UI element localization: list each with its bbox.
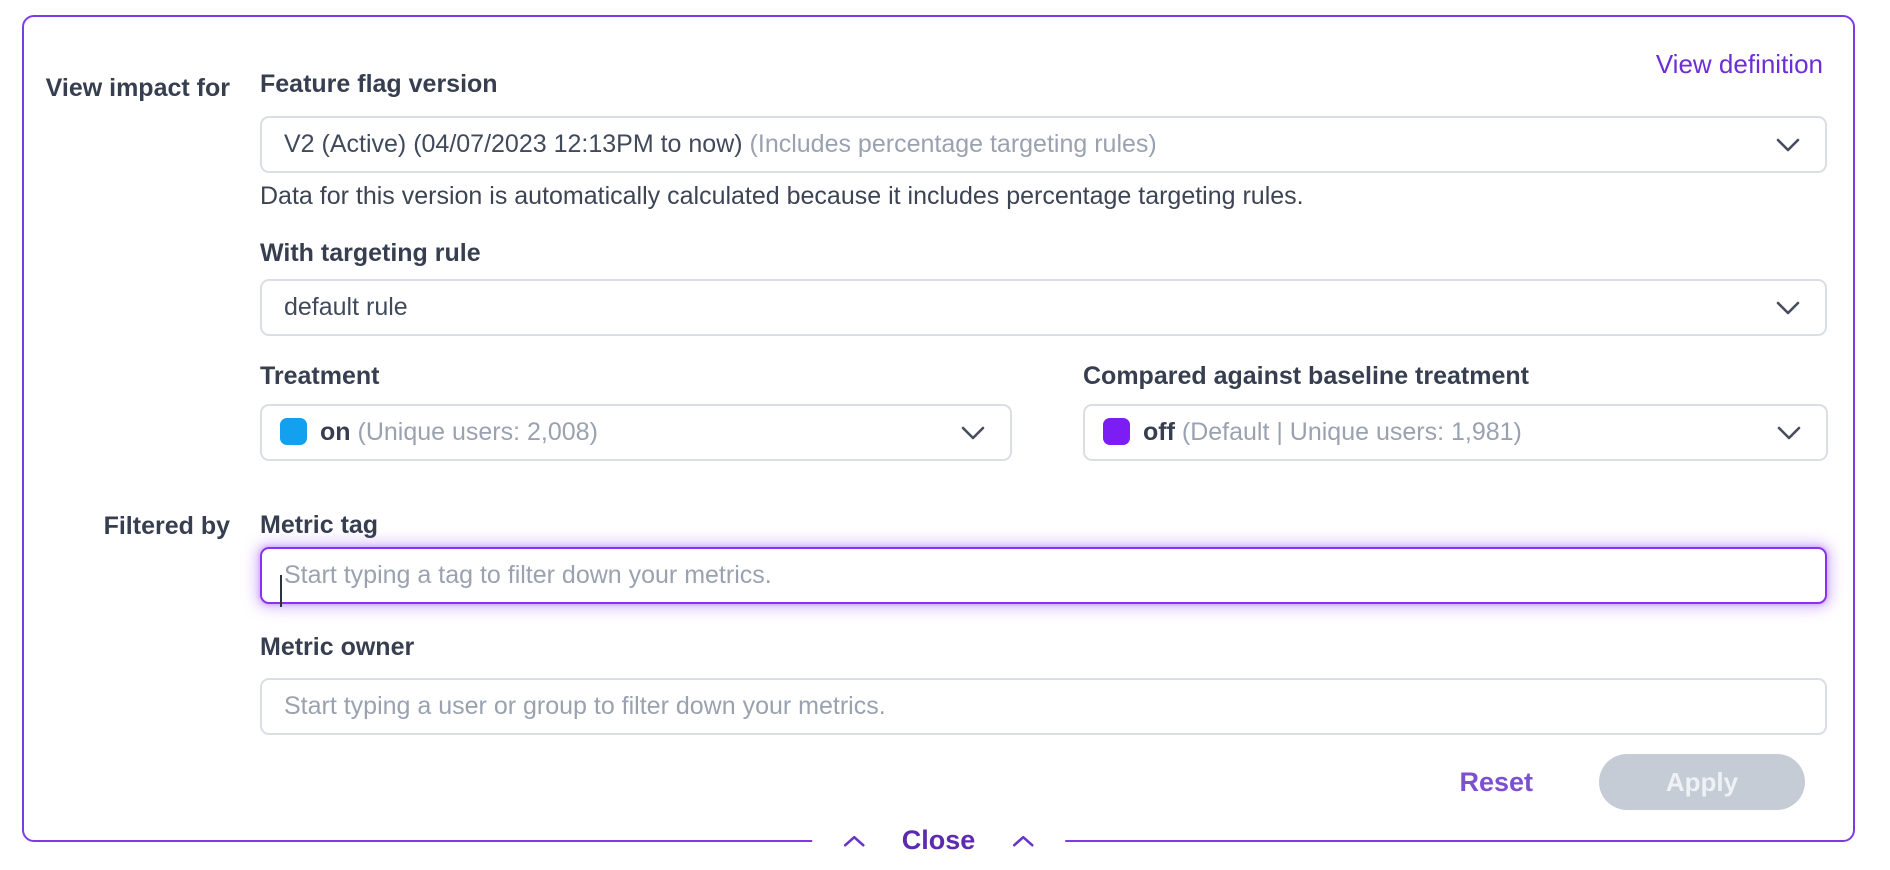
version-helper-text: Data for this version is automatically c… (260, 182, 1304, 211)
metric-tag-label: Metric tag (260, 511, 378, 539)
metric-tag-input[interactable] (260, 547, 1827, 604)
chevron-down-icon (960, 425, 986, 441)
feature-flag-version-value: V2 (Active) (04/07/2023 12:13PM to now) … (284, 130, 1759, 159)
chevron-down-icon (1775, 137, 1801, 153)
apply-button[interactable]: Apply (1599, 754, 1805, 810)
feature-flag-version-select[interactable]: V2 (Active) (04/07/2023 12:13PM to now) … (260, 116, 1827, 173)
targeting-rule-select[interactable]: default rule (260, 279, 1827, 336)
chevron-up-icon (1011, 834, 1035, 848)
chevron-down-icon (1775, 300, 1801, 316)
filter-panel-page: View definition View impact for Feature … (0, 0, 1890, 870)
treatment-label: Treatment (260, 362, 379, 390)
close-label: Close (902, 825, 976, 856)
chevron-down-icon (1776, 425, 1802, 441)
view-impact-for-label: View impact for (40, 68, 230, 108)
reset-button[interactable]: Reset (1459, 767, 1533, 798)
targeting-rule-label: With targeting rule (260, 239, 481, 267)
baseline-color-swatch (1103, 418, 1130, 445)
text-cursor (280, 575, 282, 607)
close-button[interactable]: Close (812, 823, 1066, 858)
filtered-by-label: Filtered by (40, 511, 230, 541)
actions-row: Reset Apply (1459, 754, 1805, 810)
targeting-rule-value: default rule (284, 293, 1759, 322)
baseline-treatment-select[interactable]: off (Default | Unique users: 1,981) (1083, 404, 1828, 461)
impact-filter-panel: View definition View impact for Feature … (22, 15, 1855, 842)
treatment-value: on (Unique users: 2,008) (280, 418, 944, 447)
feature-flag-version-label: Feature flag version (260, 70, 498, 98)
metric-owner-input[interactable] (260, 678, 1827, 735)
baseline-treatment-value: off (Default | Unique users: 1,981) (1103, 418, 1760, 447)
treatment-color-swatch (280, 418, 307, 445)
view-definition-link[interactable]: View definition (1656, 49, 1823, 80)
baseline-treatment-label: Compared against baseline treatment (1083, 362, 1529, 390)
metric-owner-label: Metric owner (260, 633, 414, 661)
chevron-up-icon (842, 834, 866, 848)
treatment-select[interactable]: on (Unique users: 2,008) (260, 404, 1012, 461)
